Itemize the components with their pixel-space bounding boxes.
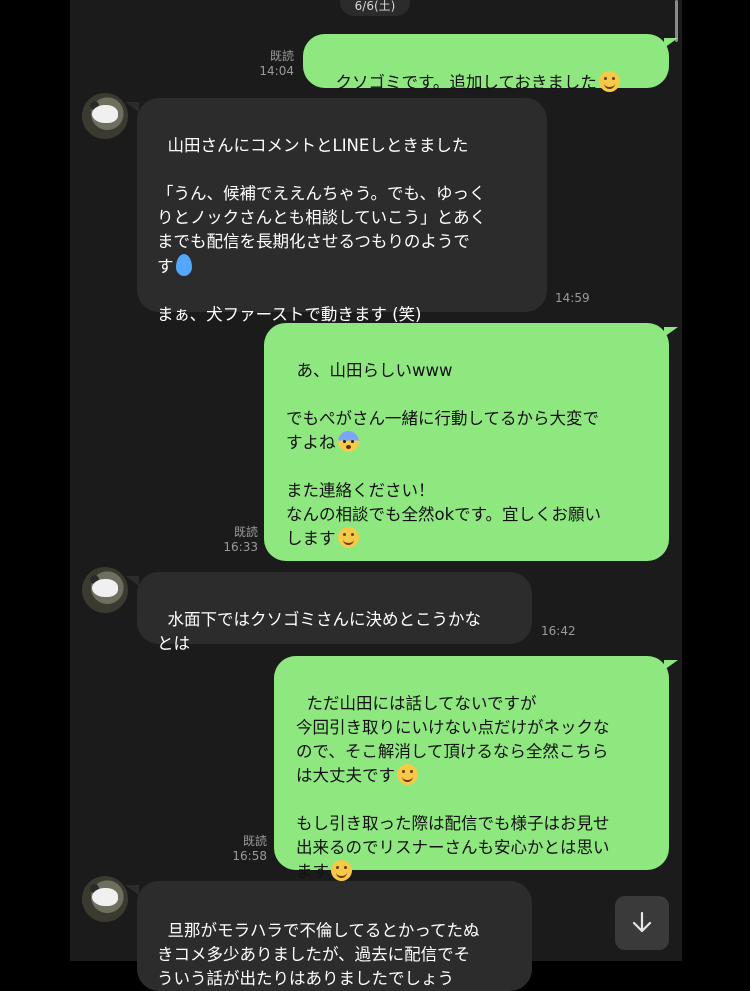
fearful-face-emoji-icon [337, 431, 359, 452]
smile-emoji-icon [337, 527, 359, 548]
read-receipt-m1: 既読 14:04 [246, 49, 294, 79]
bubble-tail [664, 38, 678, 48]
arrow-down-icon [632, 911, 652, 933]
read-label: 既読 [269, 49, 294, 63]
avatar[interactable] [82, 567, 128, 613]
smile-emoji-icon [598, 71, 620, 92]
bubble-tail [125, 576, 139, 586]
read-receipt-m3: 既読 16:33 [210, 525, 258, 555]
message-bubble-outgoing[interactable]: クソゴミです。追加しておきました [303, 34, 669, 92]
timestamp: 16:58 [232, 849, 267, 863]
message-text: 山田さんにコメントとLINEしときました 「うん、候補でええんちゃう。でも、ゆっ… [157, 136, 487, 276]
date-separator: 6/6(土) [340, 0, 410, 16]
bubble-tail [125, 885, 139, 895]
smile-emoji-icon [331, 860, 352, 881]
message-bubble-outgoing[interactable]: ただ山田には話してないですが 今回引き取りにいけない点だけがネックな ので、そこ… [274, 656, 669, 881]
message-bubble-incoming[interactable]: 旦那がモラハラで不倫してるとかってたぬ きコメ多少ありましたが、過去に配信でそ … [137, 881, 532, 991]
avatar[interactable] [82, 876, 128, 922]
timestamp: 14:04 [259, 64, 294, 78]
timestamp: 16:42 [541, 624, 576, 638]
message-text: あ、山田らしいwww でもぺがさん一緒に行動してるから大変で すよね [286, 361, 600, 452]
scrollbar[interactable] [675, 0, 678, 42]
message-bubble-outgoing[interactable]: あ、山田らしいwww でもぺがさん一緒に行動してるから大変で すよね また連絡く… [264, 323, 669, 561]
timestamp: 16:33 [223, 540, 258, 554]
message-text: 旦那がモラハラで不倫してるとかってたぬ きコメ多少ありましたが、過去に配信でそ … [157, 921, 480, 988]
message-text: ただ山田には話してないですが 今回引き取りにいけない点だけがネックな ので、そこ… [296, 694, 610, 785]
bubble-tail [664, 327, 678, 337]
scroll-to-bottom-button[interactable] [615, 896, 669, 950]
message-bubble-incoming[interactable]: 山田さんにコメントとLINEしときました 「うん、候補でええんちゃう。でも、ゆっ… [137, 98, 547, 324]
read-label: 既読 [242, 834, 267, 848]
avatar[interactable] [82, 93, 128, 139]
read-label: 既読 [233, 525, 258, 539]
smile-emoji-icon [397, 764, 418, 785]
message-text: まぁ、犬ファーストで動きます (笑) [157, 305, 422, 324]
sweat-drop-emoji-icon [175, 254, 192, 276]
message-text: クソゴミです。追加しておきました [335, 73, 597, 92]
timestamp: 14:59 [555, 291, 590, 305]
message-bubble-incoming[interactable]: 水面下ではクソゴミさんに決めとこうかな とは [137, 572, 532, 653]
message-text: また連絡ください！ なんの相談でも全然okです。宜しくお願い します [286, 481, 602, 548]
bubble-tail [664, 660, 678, 670]
read-receipt-m5: 既読 16:58 [219, 834, 267, 864]
bubble-tail [125, 102, 139, 112]
